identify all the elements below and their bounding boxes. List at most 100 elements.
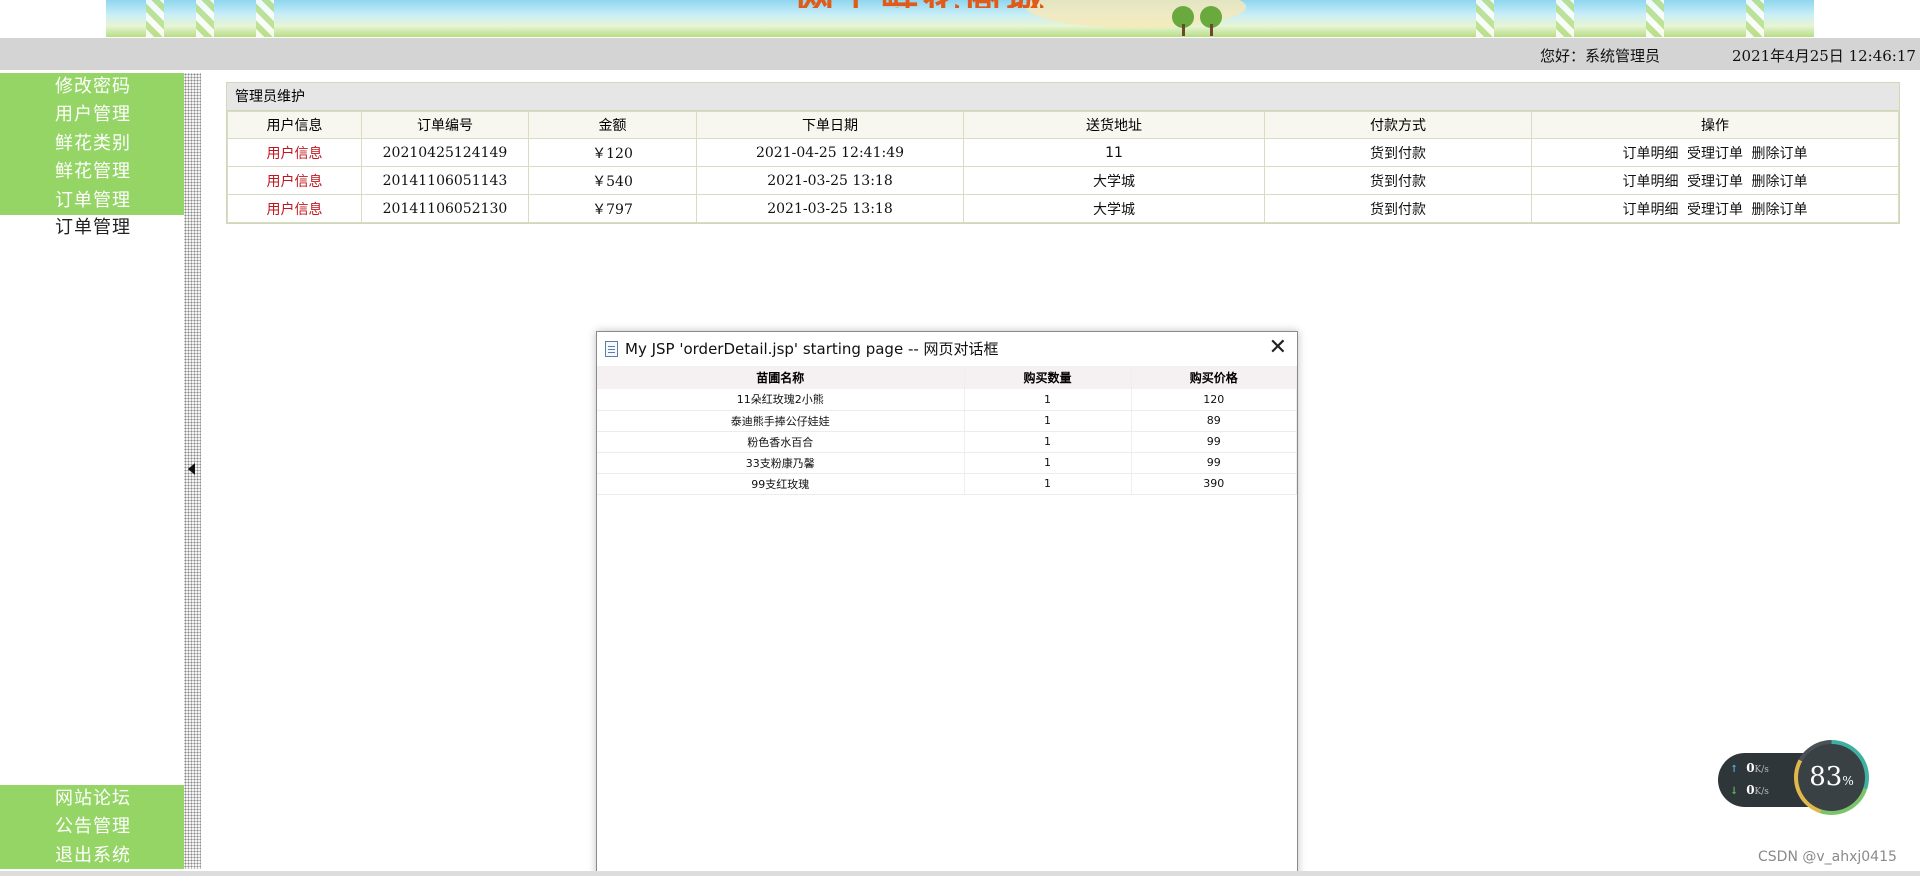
column-header: 付款方式 xyxy=(1264,111,1532,139)
table-row: 99支红玫瑰 1 390 xyxy=(597,473,1297,495)
row-actions: 订单明细 受理订单 删除订单 xyxy=(1531,194,1899,223)
table-row: 用户信息 20141106052130 ￥797 2021-03-25 13:1… xyxy=(227,194,1899,223)
order-detail-table: 苗圃名称 购买数量 购买价格 11朵红玫瑰2小熊 1 120 泰迪熊手捧公仔娃娃… xyxy=(597,366,1297,495)
order-number: 20210425124149 xyxy=(361,138,529,167)
top-status-bar: 您好：系统管理员 2021年4月25日 12:46:17 xyxy=(0,38,1920,70)
sidebar-item-order-management[interactable]: 订单管理 xyxy=(0,187,184,215)
sidebar-item-notice-management[interactable]: 公告管理 xyxy=(0,813,184,841)
sidebar-item-user-management[interactable]: 用户管理 xyxy=(0,101,184,129)
document-icon xyxy=(605,341,618,357)
user-info-link[interactable]: 用户信息 xyxy=(227,194,362,223)
purchase-price: 120 xyxy=(1131,389,1297,411)
panel-title: 管理员维护 xyxy=(227,83,1899,111)
purchase-quantity: 1 xyxy=(964,389,1132,411)
watermark: CSDN @v_ahxj0415 xyxy=(1758,849,1897,865)
delivery-address: 大学城 xyxy=(963,166,1265,195)
frame-splitter[interactable] xyxy=(184,73,201,869)
banner-decoration xyxy=(256,0,274,37)
accept-order-link[interactable]: 受理订单 xyxy=(1687,174,1743,190)
delete-order-link[interactable]: 删除订单 xyxy=(1751,146,1807,162)
table-row: 用户信息 20210425124149 ￥120 2021-04-25 12:4… xyxy=(227,138,1899,167)
collapse-arrow-icon[interactable] xyxy=(188,463,195,475)
bottom-edge xyxy=(0,871,1920,876)
download-arrow-icon: ↓ xyxy=(1730,786,1739,797)
order-detail-link[interactable]: 订单明细 xyxy=(1623,146,1679,162)
table-row: 粉色香水百合 1 99 xyxy=(597,431,1297,453)
column-header: 订单编号 xyxy=(361,111,529,139)
delivery-address: 11 xyxy=(963,138,1265,167)
dialog-titlebar[interactable]: My JSP 'orderDetail.jsp' starting page -… xyxy=(597,332,1297,366)
purchase-quantity: 1 xyxy=(964,452,1132,474)
purchase-price: 99 xyxy=(1131,431,1297,453)
banner-area: 网上鲜花商城 xyxy=(0,0,1920,38)
banner-decoration xyxy=(196,0,214,37)
sidebar-menu-bottom: 网站论坛 公告管理 退出系统 xyxy=(0,785,184,869)
column-header: 金额 xyxy=(528,111,697,139)
product-name: 泰迪熊手捧公仔娃娃 xyxy=(597,410,965,432)
greeting-text: 您好：系统管理员 xyxy=(1540,47,1661,65)
order-date: 2021-03-25 13:18 xyxy=(696,194,964,223)
sidebar-subitem-order-management[interactable]: 订单管理 xyxy=(0,213,184,243)
product-name: 33支粉康乃馨 xyxy=(597,452,965,474)
memory-gauge[interactable]: 83% xyxy=(1798,744,1865,811)
order-number: 20141106051143 xyxy=(361,166,529,195)
accept-order-link[interactable]: 受理订单 xyxy=(1687,202,1743,218)
column-header: 购买数量 xyxy=(964,366,1132,389)
sidebar: 修改密码 用户管理 鲜花类别 鲜花管理 订单管理 订单管理 网站论坛 公告管理 … xyxy=(0,73,184,869)
column-header: 下单日期 xyxy=(696,111,964,139)
payment-method: 货到付款 xyxy=(1264,138,1532,167)
order-detail-link[interactable]: 订单明细 xyxy=(1623,174,1679,190)
table-row: 33支粉康乃馨 1 99 xyxy=(597,452,1297,474)
product-name: 11朵红玫瑰2小熊 xyxy=(597,389,965,411)
order-amount: ￥797 xyxy=(528,194,697,223)
product-name: 粉色香水百合 xyxy=(597,431,965,453)
column-header: 操作 xyxy=(1531,111,1899,139)
delivery-address: 大学城 xyxy=(963,194,1265,223)
admin-panel: 管理员维护 用户信息 订单编号 金额 下单日期 送货地址 付款方式 操作 用户信… xyxy=(226,82,1900,224)
purchase-quantity: 1 xyxy=(964,410,1132,432)
purchase-price: 89 xyxy=(1131,410,1297,432)
order-number: 20141106052130 xyxy=(361,194,529,223)
user-info-link[interactable]: 用户信息 xyxy=(227,166,362,195)
table-row: 泰迪熊手捧公仔娃娃 1 89 xyxy=(597,410,1297,432)
sidebar-item-logout[interactable]: 退出系统 xyxy=(0,842,184,870)
sidebar-item-forum[interactable]: 网站论坛 xyxy=(0,785,184,813)
purchase-quantity: 1 xyxy=(964,473,1132,495)
column-header: 苗圃名称 xyxy=(597,366,965,389)
banner-decoration xyxy=(1746,0,1764,37)
order-detail-link[interactable]: 订单明细 xyxy=(1623,202,1679,218)
close-button[interactable]: ✕ xyxy=(1269,332,1287,364)
tree-icon xyxy=(1210,24,1213,36)
row-actions: 订单明细 受理订单 删除订单 xyxy=(1531,138,1899,167)
order-date: 2021-04-25 12:41:49 xyxy=(696,138,964,167)
sidebar-menu-top: 修改密码 用户管理 鲜花类别 鲜花管理 订单管理 xyxy=(0,73,184,215)
table-row: 用户信息 20141106051143 ￥540 2021-03-25 13:1… xyxy=(227,166,1899,195)
order-detail-dialog: My JSP 'orderDetail.jsp' starting page -… xyxy=(596,331,1298,876)
banner-decoration xyxy=(1646,0,1664,37)
sidebar-item-change-password[interactable]: 修改密码 xyxy=(0,73,184,101)
banner-title: 网上鲜花商城 xyxy=(796,0,1076,8)
row-actions: 订单明细 受理订单 删除订单 xyxy=(1531,166,1899,195)
banner-decoration xyxy=(1476,0,1494,37)
payment-method: 货到付款 xyxy=(1264,194,1532,223)
user-info-link[interactable]: 用户信息 xyxy=(227,138,362,167)
order-amount: ￥120 xyxy=(528,138,697,167)
sidebar-item-flower-management[interactable]: 鲜花管理 xyxy=(0,158,184,186)
orders-table: 用户信息 订单编号 金额 下单日期 送货地址 付款方式 操作 用户信息 2021… xyxy=(227,111,1899,223)
order-amount: ￥540 xyxy=(528,166,697,195)
purchase-price: 99 xyxy=(1131,452,1297,474)
order-date: 2021-03-25 13:18 xyxy=(696,166,964,195)
download-speed: ↓ 0K/s xyxy=(1730,783,1769,797)
sidebar-item-flower-category[interactable]: 鲜花类别 xyxy=(0,130,184,158)
table-header-row: 用户信息 订单编号 金额 下单日期 送货地址 付款方式 操作 xyxy=(227,111,1899,139)
purchase-quantity: 1 xyxy=(964,431,1132,453)
accept-order-link[interactable]: 受理订单 xyxy=(1687,146,1743,162)
tree-icon xyxy=(1182,24,1185,36)
product-name: 99支红玫瑰 xyxy=(597,473,965,495)
column-header: 购买价格 xyxy=(1131,366,1297,389)
banner-image: 网上鲜花商城 xyxy=(106,0,1814,37)
banner-decoration xyxy=(146,0,164,37)
delete-order-link[interactable]: 删除订单 xyxy=(1751,174,1807,190)
delete-order-link[interactable]: 删除订单 xyxy=(1751,202,1807,218)
banner-decoration xyxy=(1556,0,1574,37)
